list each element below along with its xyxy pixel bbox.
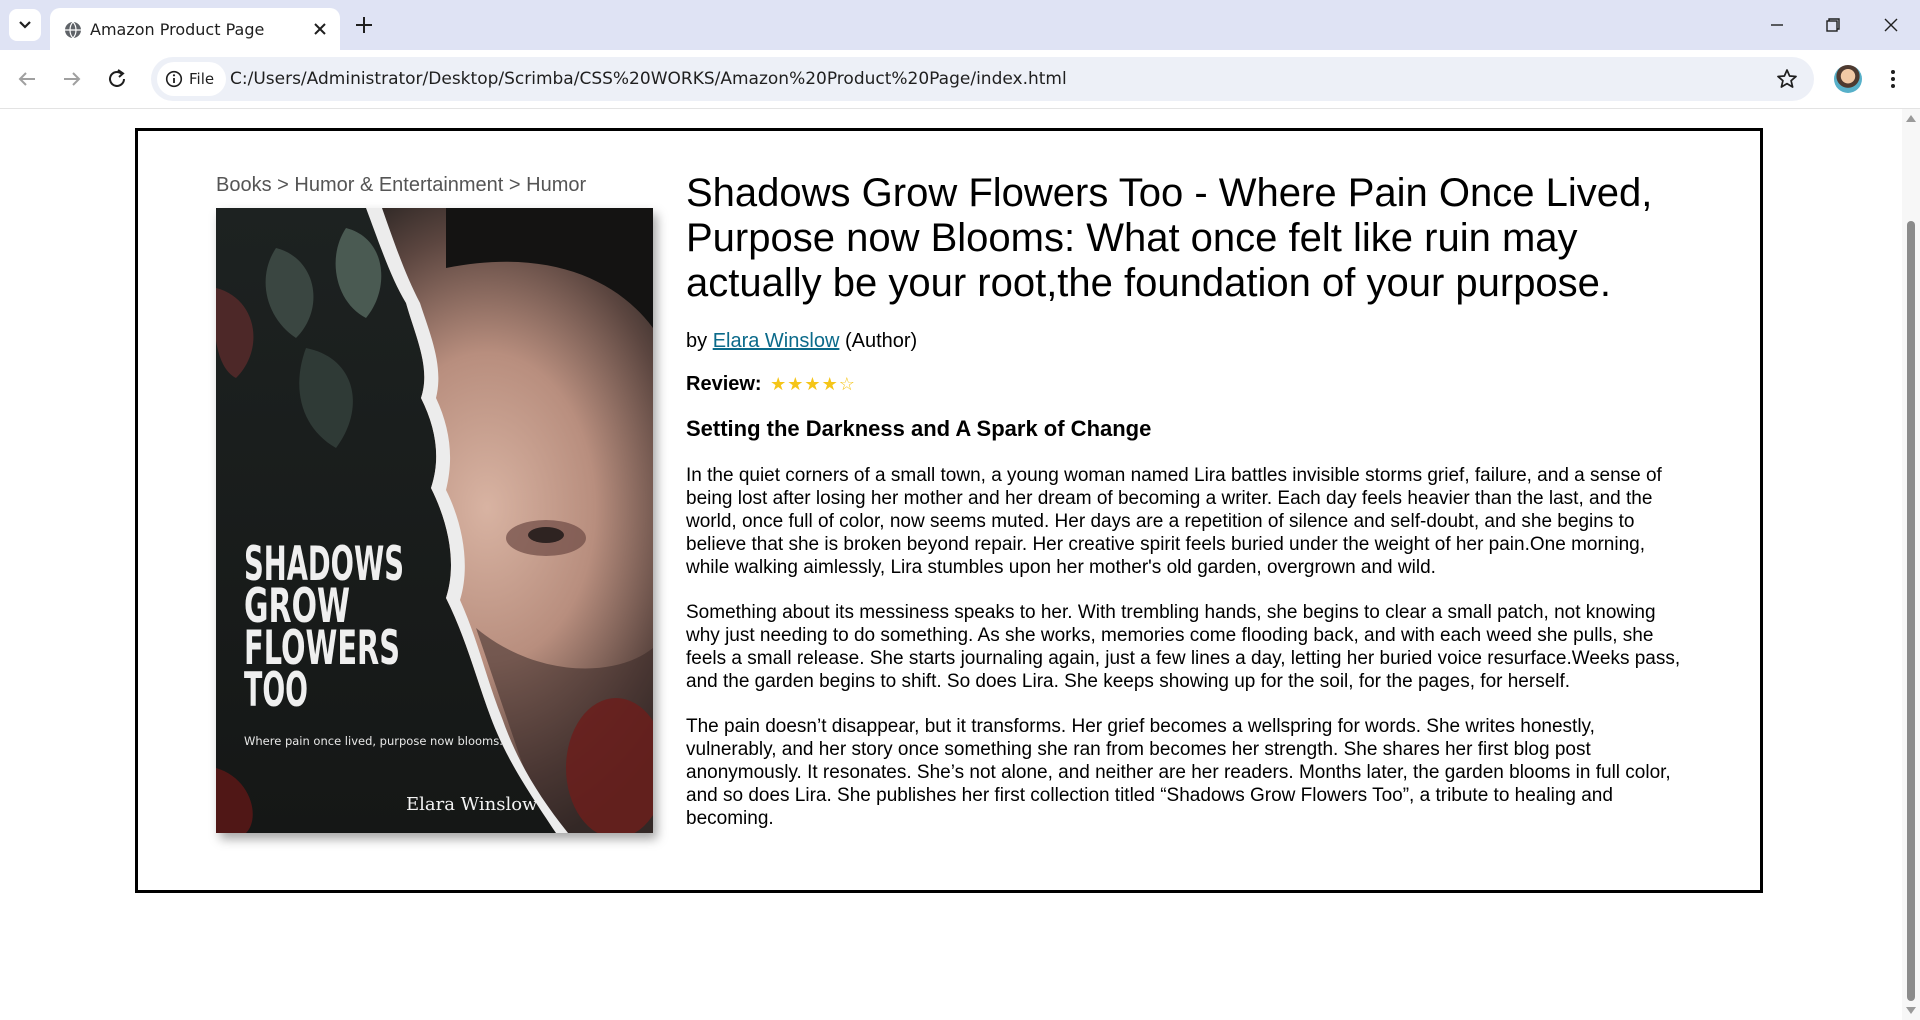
page-viewport: Books > Humor & Entertainment > Humor SH…: [0, 109, 1902, 1020]
bookmark-star-icon[interactable]: [1775, 67, 1799, 91]
description-paragraph-2: Something about its messiness speaks to …: [686, 602, 1681, 692]
by-prefix: by: [686, 330, 708, 352]
browser-tab[interactable]: Amazon Product Page: [50, 8, 340, 50]
back-icon[interactable]: [13, 65, 41, 93]
site-info-button[interactable]: File: [157, 62, 227, 96]
section-subtitle: Setting the Darkness and A Spark of Chan…: [686, 416, 1152, 441]
close-icon[interactable]: [310, 19, 330, 39]
globe-icon: [65, 21, 81, 39]
product-card: Books > Humor & Entertainment > Humor SH…: [135, 128, 1763, 893]
description-paragraph-3: The pain doesn’t disappear, but it trans…: [686, 716, 1671, 829]
chevron-down-icon: [19, 21, 31, 29]
scroll-up-arrow-icon[interactable]: [1906, 115, 1916, 122]
cover-title-line-4: TOO: [244, 663, 308, 718]
address-bar[interactable]: File C:/Users/Administrator/Desktop/Scri…: [151, 57, 1814, 101]
byline: by Elara Winslow (Author): [686, 330, 1686, 353]
scroll-down-arrow-icon[interactable]: [1906, 1007, 1916, 1014]
review-row: Review: ★★★★☆: [686, 373, 1686, 396]
info-icon: [165, 70, 183, 88]
more-menu-icon[interactable]: [1880, 66, 1906, 92]
window-close-icon[interactable]: [1878, 12, 1904, 38]
author-link[interactable]: Elara Winslow: [713, 330, 840, 352]
tab-title: Amazon Product Page: [90, 20, 265, 39]
tab-search-button[interactable]: [9, 9, 41, 41]
review-label: Review:: [686, 373, 762, 395]
scroll-thumb[interactable]: [1907, 221, 1915, 1001]
new-tab-icon[interactable]: [352, 13, 376, 37]
cover-tagline: Where pain once lived, purpose now bloom…: [244, 734, 503, 748]
profile-avatar[interactable]: [1834, 65, 1862, 93]
breadcrumb[interactable]: Books > Humor & Entertainment > Humor: [216, 174, 586, 197]
reload-icon[interactable]: [103, 65, 131, 93]
site-chip-label: File: [189, 70, 215, 88]
review-stars: ★★★★☆: [770, 374, 856, 394]
forward-icon[interactable]: [58, 65, 86, 93]
minimize-icon[interactable]: [1764, 12, 1790, 38]
book-cover-art: SHADOWS GROW FLOWERS TOO Where pain once…: [216, 208, 653, 833]
tab-strip: Amazon Product Page: [0, 0, 1920, 50]
page-scrollbar[interactable]: [1902, 109, 1920, 1020]
url-text[interactable]: C:/Users/Administrator/Desktop/Scrimba/C…: [230, 69, 1067, 89]
restore-icon[interactable]: [1820, 12, 1846, 38]
product-info: Shadows Grow Flowers Too - Where Pain On…: [686, 171, 1686, 849]
author-role: (Author): [844, 330, 918, 352]
product-title: Shadows Grow Flowers Too - Where Pain On…: [686, 171, 1653, 305]
browser-toolbar: File C:/Users/Administrator/Desktop/Scri…: [0, 50, 1920, 109]
description-paragraph-1: In the quiet corners of a small town, a …: [686, 465, 1662, 578]
book-cover-image: SHADOWS GROW FLOWERS TOO Where pain once…: [216, 208, 653, 833]
cover-author: Elara Winslow: [406, 794, 538, 815]
